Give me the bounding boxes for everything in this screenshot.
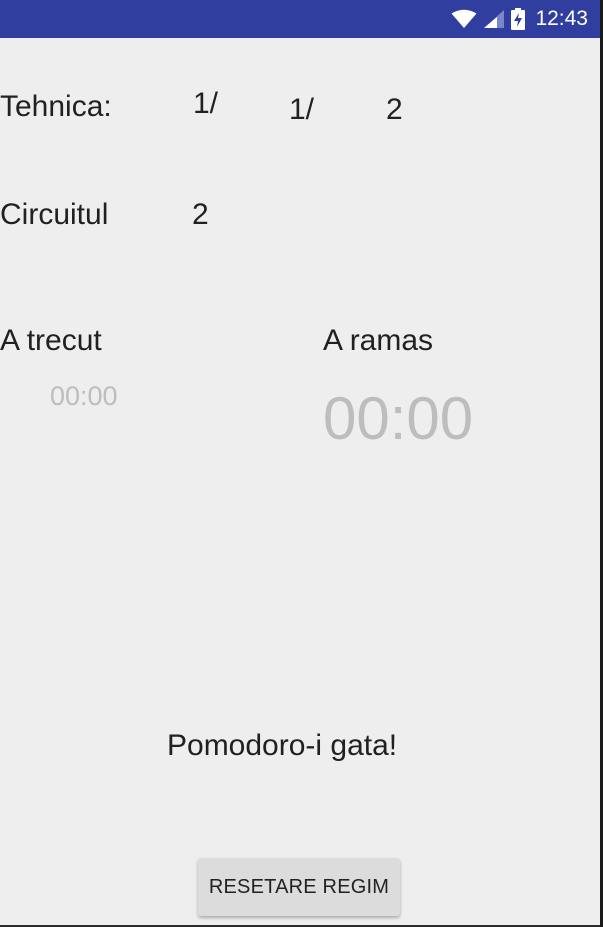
remaining-label: A ramas: [323, 324, 434, 357]
elapsed-timer: 00:00: [50, 381, 118, 411]
technique-value-3: 2: [386, 93, 403, 126]
signal-icon: [483, 9, 505, 29]
battery-charging-icon: [511, 8, 526, 30]
status-clock: 12:43: [535, 7, 588, 30]
circuit-label: Circuitul: [0, 198, 109, 231]
wifi-icon: [451, 9, 477, 29]
technique-value-2: 1/: [289, 93, 315, 126]
pomodoro-done-message: Pomodoro-i gata!: [167, 729, 398, 762]
circuit-value: 2: [192, 198, 209, 231]
reset-regime-button[interactable]: RESETARE REGIM: [198, 858, 400, 916]
technique-value-1: 1/: [193, 87, 219, 120]
app-screen: 12:43 Tehnica: 1/ 1/ 2 Circuitul 2 A tre…: [0, 0, 600, 925]
remaining-timer: 00:00: [323, 385, 474, 452]
status-icons: 12:43: [451, 0, 588, 38]
status-bar: 12:43: [0, 0, 600, 38]
technique-label: Tehnica:: [0, 90, 112, 123]
elapsed-label: A trecut: [0, 324, 102, 357]
